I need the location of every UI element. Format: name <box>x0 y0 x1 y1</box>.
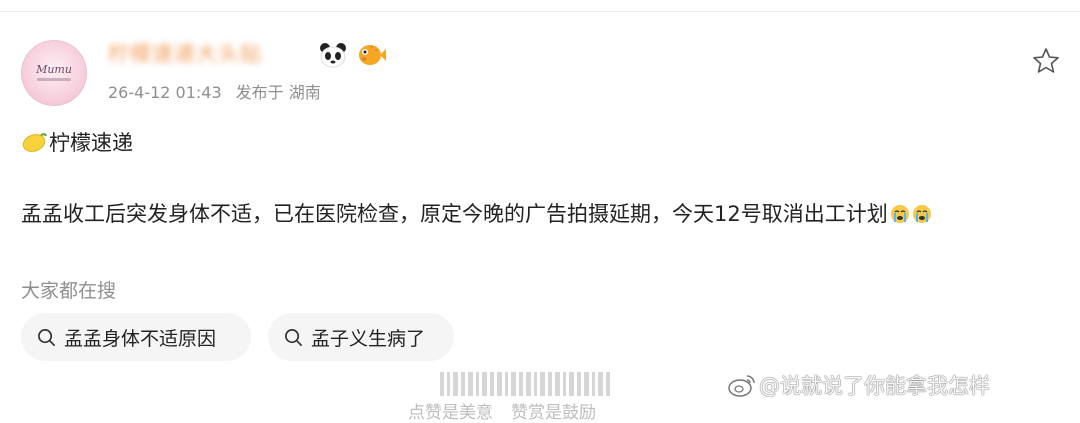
username-link[interactable]: 柠檬速递大头贴 <box>108 38 262 68</box>
avatar-logo-text: Mumu <box>36 63 72 76</box>
trending-search-title: 大家都在搜 <box>21 280 117 302</box>
post-location: 发布于 湖南 <box>235 83 321 102</box>
avatar-decoration <box>37 78 71 81</box>
watermark-text: @说就说了你能拿我怎样 <box>759 374 990 398</box>
crying-face-emoji-icon <box>890 205 909 223</box>
lemon-emoji-icon <box>22 133 47 152</box>
post-headline: 柠檬速递 <box>21 127 133 157</box>
weibo-watermark: @说就说了你能拿我怎样 <box>727 370 990 400</box>
username: 柠檬速递大头贴 <box>108 42 262 66</box>
crying-face-emoji-icon <box>912 205 931 223</box>
search-icon <box>38 328 55 346</box>
reward-text: 赞赏是鼓励 <box>511 403 596 423</box>
search-icon <box>285 328 302 346</box>
panda-emoji-icon <box>320 43 346 68</box>
search-chip-0[interactable]: 孟孟身体不适原因 <box>21 313 251 361</box>
pufferfish-emoji-icon <box>359 45 386 65</box>
top-divider <box>0 11 1080 12</box>
post-meta: 26-4-12 01:43 发布于 湖南 <box>108 79 321 103</box>
weibo-logo-icon <box>728 375 755 397</box>
search-chip-1[interactable]: 孟子义生病了 <box>268 313 454 361</box>
post-body: 孟孟收工后突发身体不适，已在医院检查，原定今晚的广告拍摄延期，今天12号取消出工… <box>21 195 1061 234</box>
search-chip-label: 孟子义生病了 <box>311 327 426 350</box>
post-timestamp: 26-4-12 01:43 <box>108 83 222 102</box>
barcode-decoration <box>440 372 613 396</box>
search-chip-label: 孟孟身体不适原因 <box>64 327 217 350</box>
reward-footer: 点赞是美意 赞赏是鼓励 <box>408 398 596 423</box>
star-outline-icon[interactable] <box>1031 46 1061 76</box>
headline-text: 柠檬速递 <box>49 131 133 155</box>
like-text: 点赞是美意 <box>408 403 493 423</box>
post-body-text: 孟孟收工后突发身体不适，已在医院检查，原定今晚的广告拍摄延期，今天12号取消出工… <box>21 202 888 226</box>
avatar[interactable]: Mumu <box>21 40 87 106</box>
